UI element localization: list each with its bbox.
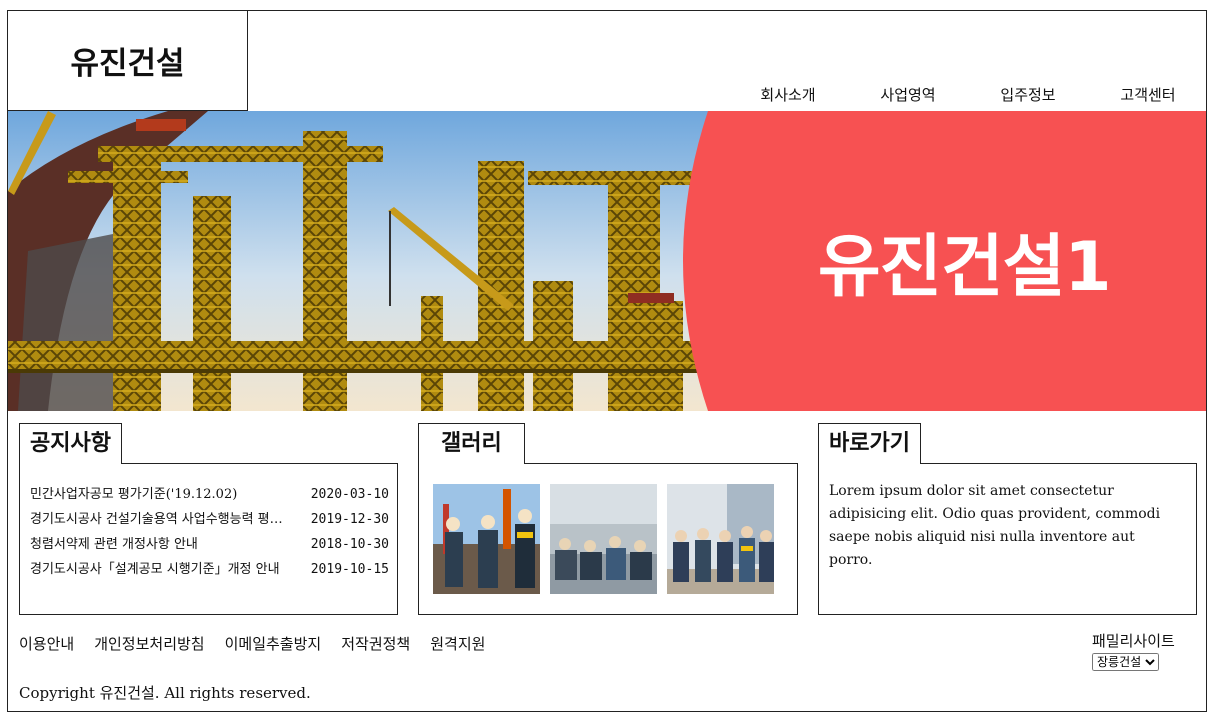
- hero-banner: 유진건설1: [8, 111, 1206, 411]
- footer-link-guide[interactable]: 이용안내: [19, 633, 74, 654]
- notice-date: 2019-12-30: [310, 512, 389, 527]
- tab-shortcut[interactable]: 바로가기: [818, 423, 921, 464]
- family-site: 패밀리사이트 장릉건설: [1092, 630, 1192, 671]
- list-item[interactable]: 경기도시공사 건설기술용역 사업수행능력 평가기준 2019-12-30: [30, 509, 389, 534]
- nav-item-support[interactable]: 고객센터: [1088, 84, 1206, 105]
- list-item[interactable]: 경기도시공사「설계공모 시행기준」개정 안내 2019-10-15: [30, 559, 389, 584]
- notice-title[interactable]: 경기도시공사「설계공모 시행기준」개정 안내: [30, 559, 288, 584]
- gallery-panel: [418, 463, 798, 615]
- shortcut-text: Lorem ipsum dolor sit amet consectetur a…: [829, 483, 1161, 568]
- tab-notice[interactable]: 공지사항: [19, 423, 122, 464]
- shortcut-panel: Lorem ipsum dolor sit amet consectetur a…: [818, 463, 1197, 615]
- notice-date: 2018-10-30: [310, 537, 389, 552]
- family-site-label: 패밀리사이트: [1092, 632, 1175, 650]
- footer-link-email-policy[interactable]: 이메일추출방지: [225, 633, 322, 654]
- notice-title[interactable]: 경기도시공사 건설기술용역 사업수행능력 평가기준: [30, 509, 288, 534]
- logo[interactable]: 유진건설: [8, 11, 248, 111]
- copyright: Copyright 유진건설. All rights reserved.: [19, 684, 311, 702]
- nav-item-business[interactable]: 사업영역: [848, 84, 968, 105]
- main-nav: 회사소개 사업영역 입주정보 고객센터: [728, 84, 1206, 105]
- notice-date: 2019-10-15: [310, 562, 389, 577]
- gallery-image[interactable]: [433, 484, 540, 594]
- notice-panel: 민간사업자공모 평가기준('19.12.02) 2020-03-10 경기도시공…: [19, 463, 398, 615]
- tab-gallery[interactable]: 갤러리: [418, 423, 525, 464]
- footer-link-copyright-policy[interactable]: 저작권정책: [341, 633, 410, 654]
- footer-link-privacy[interactable]: 개인정보처리방침: [94, 633, 204, 654]
- family-site-select[interactable]: 장릉건설: [1092, 653, 1159, 671]
- notice-section: 공지사항 민간사업자공모 평가기준('19.12.02) 2020-03-10 …: [19, 423, 398, 615]
- notice-title[interactable]: 민간사업자공모 평가기준('19.12.02): [30, 484, 288, 509]
- shortcut-section: 바로가기 Lorem ipsum dolor sit amet consecte…: [818, 423, 1197, 615]
- gallery-thumbs: [433, 484, 774, 594]
- gallery-image[interactable]: [550, 484, 657, 594]
- logo-text: 유진건설: [70, 46, 185, 82]
- gallery-section: 갤러리: [418, 423, 798, 615]
- page-frame: 유진건설 회사소개 사업영역 입주정보 고객센터 유진건설1 공지사항 민간사업…: [7, 10, 1207, 712]
- notice-date: 2020-03-10: [310, 487, 389, 502]
- list-item[interactable]: 민간사업자공모 평가기준('19.12.02) 2020-03-10: [30, 484, 389, 509]
- nav-item-residence[interactable]: 입주정보: [968, 84, 1088, 105]
- hero-title: 유진건설1: [818, 228, 1112, 307]
- gallery-image[interactable]: [667, 484, 774, 594]
- notice-list: 민간사업자공모 평가기준('19.12.02) 2020-03-10 경기도시공…: [30, 484, 389, 584]
- footer-link-remote-support[interactable]: 원격지원: [430, 633, 485, 654]
- footer-links: 이용안내 개인정보처리방침 이메일추출방지 저작권정책 원격지원: [19, 633, 485, 654]
- list-item[interactable]: 청렴서약제 관련 개정사항 안내 2018-10-30: [30, 534, 389, 559]
- notice-title[interactable]: 청렴서약제 관련 개정사항 안내: [30, 534, 288, 559]
- nav-item-company[interactable]: 회사소개: [728, 84, 848, 105]
